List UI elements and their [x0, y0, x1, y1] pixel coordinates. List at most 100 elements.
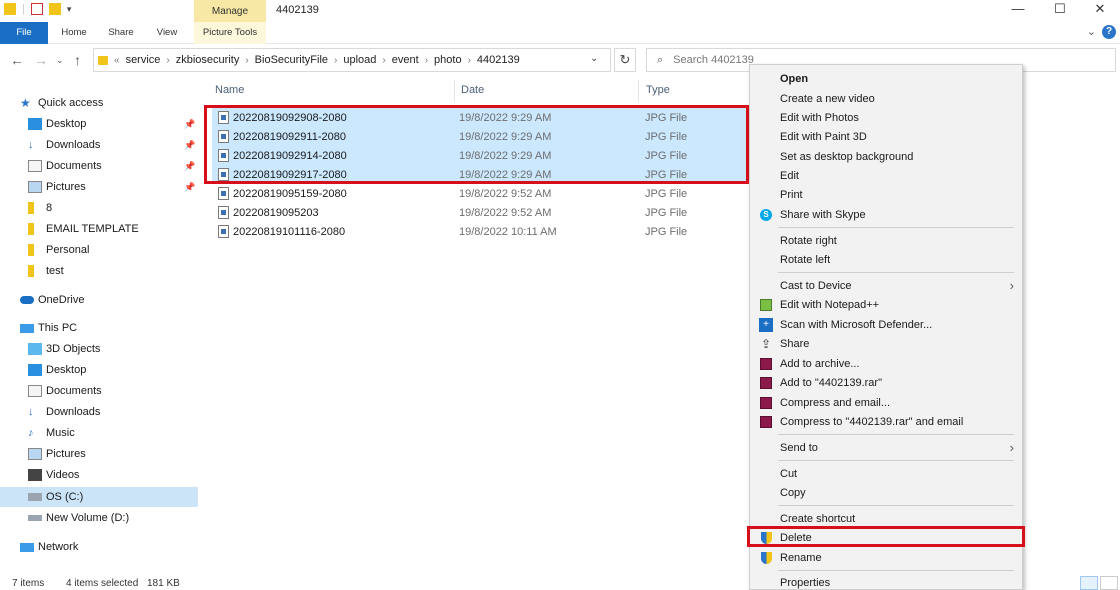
- breadcrumb-event[interactable]: event: [392, 54, 419, 66]
- breadcrumb-overflow[interactable]: «: [114, 55, 120, 66]
- close-button[interactable]: ✕: [1080, 0, 1120, 20]
- menu-rename[interactable]: Rename: [750, 548, 1022, 567]
- back-arrow-icon[interactable]: ←: [10, 52, 24, 68]
- nav-folder-personal[interactable]: Personal: [0, 240, 198, 260]
- menu-edit-notepad[interactable]: Edit with Notepad++: [750, 295, 1022, 314]
- menu-compress-rar-email[interactable]: Compress to "4402139.rar" and email: [750, 412, 1022, 431]
- tab-picture-tools[interactable]: Picture Tools: [194, 22, 266, 44]
- column-header-date[interactable]: Date: [461, 84, 484, 96]
- menu-print[interactable]: Print: [750, 185, 1022, 204]
- large-icons-view-button[interactable]: [1100, 576, 1118, 590]
- chevron-right-icon[interactable]: ›: [382, 55, 385, 66]
- file-date: 19/8/2022 9:52 AM: [459, 187, 552, 200]
- tab-file[interactable]: File: [0, 22, 48, 44]
- recent-dropdown-icon[interactable]: ⌄: [56, 55, 64, 66]
- pin-icon[interactable]: 📌: [184, 182, 195, 193]
- menu-edit-paint3d[interactable]: Edit with Paint 3D: [750, 127, 1022, 146]
- expand-ribbon-icon[interactable]: ⌄: [1087, 25, 1096, 38]
- breadcrumb-photo[interactable]: photo: [434, 54, 462, 66]
- breadcrumb-biosecurityfile[interactable]: BioSecurityFile: [255, 54, 328, 66]
- tab-view[interactable]: View: [148, 22, 186, 44]
- details-view-button[interactable]: [1080, 576, 1098, 590]
- forward-arrow-icon[interactable]: →: [34, 52, 48, 68]
- help-icon[interactable]: ?: [1102, 25, 1116, 39]
- menu-open[interactable]: Open: [750, 69, 1022, 88]
- menu-share-skype[interactable]: S Share with Skype: [750, 205, 1022, 224]
- breadcrumb-service[interactable]: service: [126, 54, 161, 66]
- tab-home[interactable]: Home: [54, 22, 94, 44]
- pin-icon[interactable]: 📌: [184, 140, 195, 151]
- tab-manage[interactable]: Manage: [194, 0, 266, 22]
- nav-quick-access[interactable]: ★ Quick access: [0, 93, 198, 113]
- nav-os-c[interactable]: OS (C:): [0, 487, 198, 507]
- menu-separator: [778, 272, 1014, 273]
- menu-create-video[interactable]: Create a new video: [750, 89, 1022, 108]
- tab-share[interactable]: Share: [100, 22, 142, 44]
- new-folder-icon[interactable]: [48, 3, 61, 15]
- address-dropdown-icon[interactable]: ⌄: [590, 53, 598, 64]
- minimize-button[interactable]: —: [998, 0, 1038, 20]
- pin-icon[interactable]: 📌: [184, 161, 195, 172]
- nav-documents[interactable]: Documents 📌: [0, 156, 198, 176]
- chevron-right-icon[interactable]: ›: [425, 55, 428, 66]
- properties-icon[interactable]: [30, 3, 43, 15]
- breadcrumb-zkbiosecurity[interactable]: zkbiosecurity: [176, 54, 240, 66]
- nav-pictures[interactable]: Pictures 📌: [0, 177, 198, 197]
- menu-copy[interactable]: Copy: [750, 483, 1022, 502]
- defender-shield-icon: +: [759, 317, 773, 332]
- refresh-button[interactable]: ↻: [614, 48, 636, 72]
- file-row[interactable]: 20220819101116-2080 19/8/2022 10:11 AM J…: [212, 222, 746, 241]
- nav-pc-pictures[interactable]: Pictures: [0, 444, 198, 464]
- pin-icon[interactable]: 📌: [184, 119, 195, 130]
- file-row[interactable]: 20220819095203 19/8/2022 9:52 AM JPG Fil…: [212, 203, 746, 222]
- chevron-right-icon[interactable]: ›: [166, 55, 169, 66]
- chevron-right-icon[interactable]: ›: [245, 55, 248, 66]
- nav-folder-email-template[interactable]: EMAIL TEMPLATE: [0, 219, 198, 239]
- menu-send-to[interactable]: Send to ›: [750, 438, 1022, 457]
- nav-videos[interactable]: Videos: [0, 465, 198, 485]
- nav-network[interactable]: Network: [0, 537, 198, 557]
- documents-icon: [28, 160, 42, 172]
- breadcrumb-4402139[interactable]: 4402139: [477, 54, 520, 66]
- menu-share[interactable]: ⇪ Share: [750, 334, 1022, 353]
- nav-pc-downloads[interactable]: ↓ Downloads: [0, 402, 198, 422]
- nav-this-pc[interactable]: This PC: [0, 318, 198, 338]
- menu-cast-to-device[interactable]: Cast to Device ›: [750, 276, 1022, 295]
- chevron-right-icon[interactable]: ›: [334, 55, 337, 66]
- nav-folder-8[interactable]: 8: [0, 198, 198, 218]
- menu-edit-photos[interactable]: Edit with Photos: [750, 108, 1022, 127]
- menu-compress-email[interactable]: Compress and email...: [750, 393, 1022, 412]
- menu-set-background[interactable]: Set as desktop background: [750, 147, 1022, 166]
- nav-downloads[interactable]: ↓ Downloads 📌: [0, 135, 198, 155]
- share-icon: ⇪: [760, 336, 772, 351]
- menu-scan-defender[interactable]: + Scan with Microsoft Defender...: [750, 315, 1022, 334]
- nav-folder-test[interactable]: test: [0, 261, 198, 281]
- menu-add-archive[interactable]: Add to archive...: [750, 354, 1022, 373]
- cube-icon: [28, 343, 42, 355]
- menu-add-rar[interactable]: Add to "4402139.rar": [750, 373, 1022, 392]
- maximize-button[interactable]: ☐: [1040, 0, 1080, 20]
- menu-label: Cut: [780, 467, 798, 480]
- address-bar[interactable]: « service › zkbiosecurity › BioSecurityF…: [93, 48, 611, 72]
- menu-cut[interactable]: Cut: [750, 464, 1022, 483]
- nav-music[interactable]: ♪ Music: [0, 423, 198, 443]
- breadcrumb-upload[interactable]: upload: [343, 54, 376, 66]
- column-header-type[interactable]: Type: [646, 84, 670, 96]
- file-name: 20220819095159-2080: [233, 187, 347, 200]
- column-divider[interactable]: [454, 80, 455, 102]
- nav-3d-objects[interactable]: 3D Objects: [0, 339, 198, 359]
- qat-dropdown-icon[interactable]: ▾: [67, 4, 72, 15]
- nav-pc-desktop[interactable]: Desktop: [0, 360, 198, 380]
- column-divider[interactable]: [638, 80, 639, 102]
- menu-edit[interactable]: Edit: [750, 166, 1022, 185]
- chevron-right-icon[interactable]: ›: [468, 55, 471, 66]
- nav-onedrive[interactable]: OneDrive: [0, 290, 198, 310]
- file-row[interactable]: 20220819095159-2080 19/8/2022 9:52 AM JP…: [212, 184, 746, 203]
- nav-new-volume-d[interactable]: New Volume (D:): [0, 508, 198, 528]
- column-header-name[interactable]: Name: [215, 84, 244, 96]
- nav-pc-documents[interactable]: Documents: [0, 381, 198, 401]
- up-arrow-icon[interactable]: ↑: [74, 52, 81, 68]
- nav-desktop[interactable]: Desktop 📌: [0, 114, 198, 134]
- menu-rotate-left[interactable]: Rotate left: [750, 250, 1022, 269]
- menu-rotate-right[interactable]: Rotate right: [750, 231, 1022, 250]
